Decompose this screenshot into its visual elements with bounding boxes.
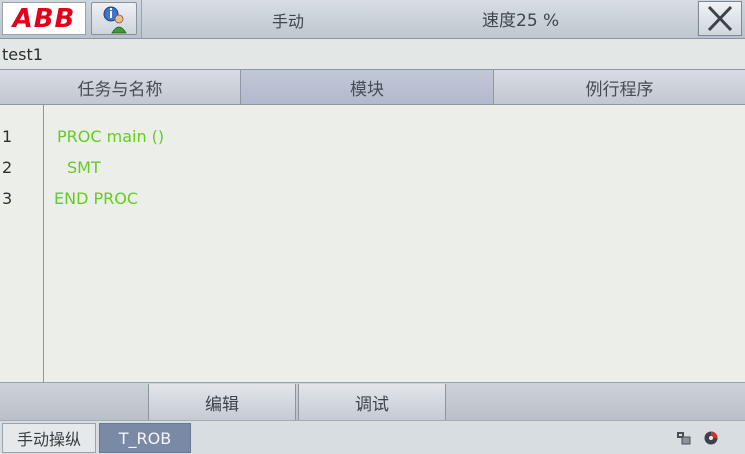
program-title-bar: test1 xyxy=(0,39,745,69)
code-line[interactable]: END PROC xyxy=(54,189,138,208)
operating-mode: 手动 xyxy=(272,12,305,31)
abb-menu-button[interactable]: ABB xyxy=(2,2,86,35)
close-icon xyxy=(707,5,733,32)
debug-button[interactable]: 调试 xyxy=(298,384,446,420)
tab-task-and-name[interactable]: 任务与名称 xyxy=(0,70,241,104)
top-bar: ABB 手动 速度25 % xyxy=(0,0,745,39)
tab-bar: 任务与名称 模块 例行程序 xyxy=(0,69,745,105)
line-number: 2 xyxy=(2,158,13,177)
quickset-icon[interactable] xyxy=(676,430,692,446)
close-button[interactable] xyxy=(698,1,742,36)
edit-button[interactable]: 编辑 xyxy=(148,384,296,420)
taskbar: 手动操纵 T_ROB xyxy=(0,420,745,454)
command-bar: 编辑 调试 xyxy=(0,382,745,420)
code-line[interactable]: PROC main () xyxy=(57,127,164,146)
tab-routine[interactable]: 例行程序 xyxy=(494,70,745,104)
info-user-icon xyxy=(103,6,127,34)
tab-module[interactable]: 模块 xyxy=(241,70,494,104)
code-editor[interactable]: 1 2 3 PROC main () SMT END PROC xyxy=(0,105,745,382)
program-name: test1 xyxy=(2,45,43,64)
line-number-gutter: 1 2 3 xyxy=(0,105,44,382)
abb-logo: ABB xyxy=(12,3,76,34)
speed-status: 速度25 % xyxy=(482,11,560,31)
taskbar-task-t-rob[interactable]: T_ROB xyxy=(99,423,191,453)
code-line[interactable]: SMT xyxy=(67,158,101,177)
robot-status-icon[interactable] xyxy=(703,430,719,446)
line-number: 3 xyxy=(2,189,13,208)
status-area[interactable]: 手动 速度25 % xyxy=(141,0,697,38)
line-number: 1 xyxy=(2,127,13,146)
taskbar-manual-jog[interactable]: 手动操纵 xyxy=(2,423,96,453)
event-log-button[interactable] xyxy=(91,2,137,35)
